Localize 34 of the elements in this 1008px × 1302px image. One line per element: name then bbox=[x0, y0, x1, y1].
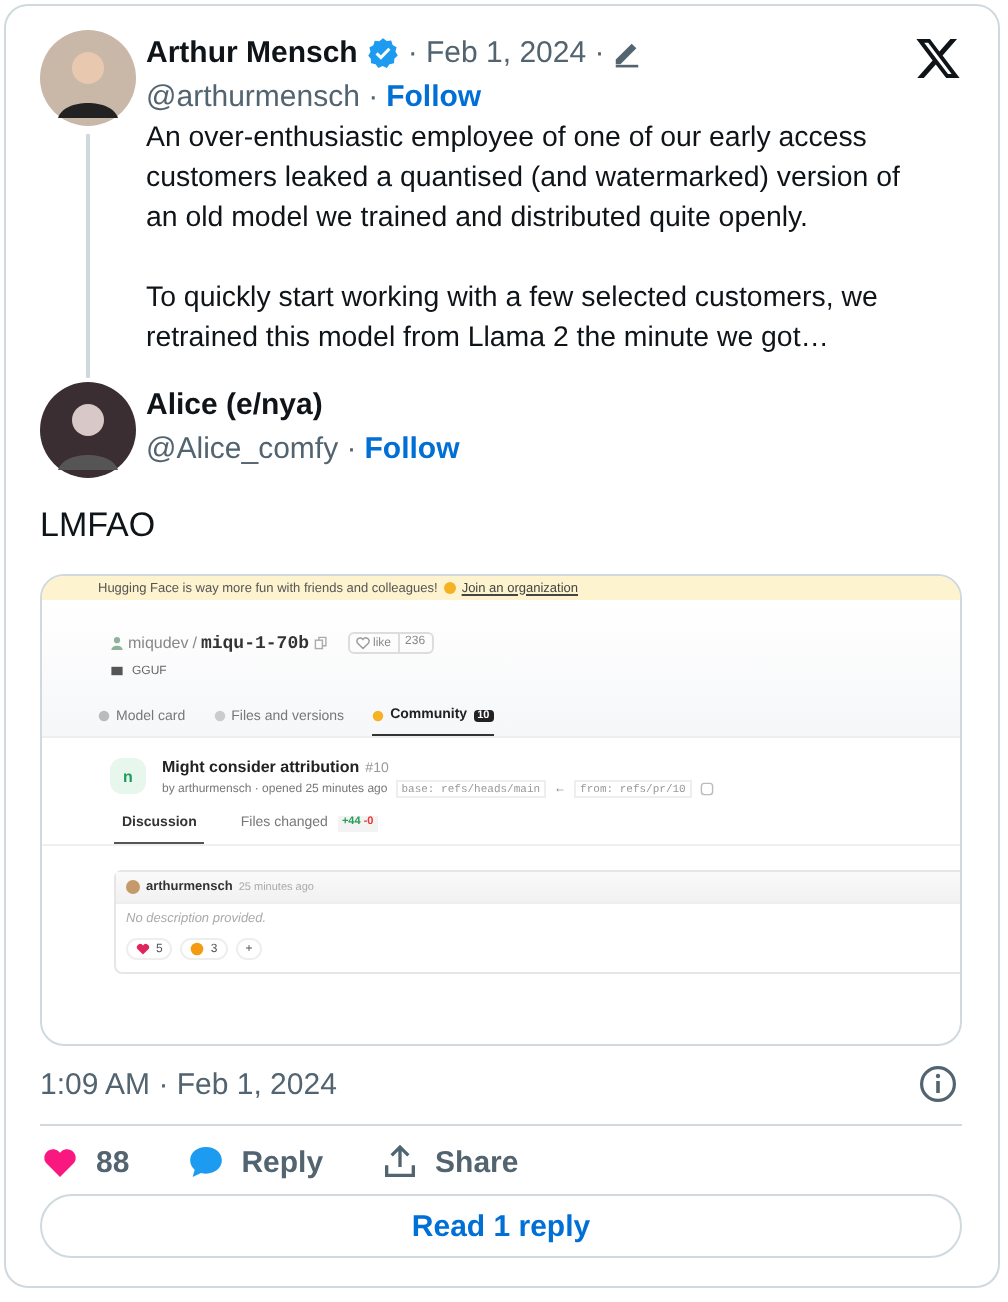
post-text: An over-enthusiastic employee of one of our early access customers leaked a quantised (and watermarked) version of an old model we trained and distributed quite openly. bbox=[146, 120, 902, 238]
follow-link[interactable]: Follow bbox=[364, 431, 460, 465]
user-handle[interactable]: @arthurmensch · bbox=[146, 79, 379, 113]
heart-icon bbox=[136, 942, 150, 956]
copy-icon bbox=[699, 782, 714, 796]
box-icon bbox=[110, 664, 124, 678]
info-icon bbox=[918, 1064, 958, 1104]
copy-icon bbox=[313, 636, 327, 650]
post-text: To quickly start working with a few selected customers, we retrained this model from Llama 2 the minute we got… bbox=[146, 280, 880, 358]
repo-name[interactable]: miqu-1-70b bbox=[200, 633, 309, 653]
user-handle[interactable]: @Alice_comfy · bbox=[146, 431, 357, 465]
heart-icon bbox=[355, 636, 369, 650]
reply-button[interactable]: Reply bbox=[241, 1145, 324, 1179]
x-logo-icon bbox=[914, 34, 962, 82]
avatar bbox=[126, 880, 140, 894]
author-name[interactable]: Alice (e/nya) bbox=[146, 387, 323, 421]
tweet-text: LMFAO bbox=[40, 506, 158, 546]
post-date[interactable]: · Feb 1, 2024 · bbox=[407, 35, 605, 69]
speech-bubble-icon bbox=[185, 1142, 226, 1182]
follow-link[interactable]: Follow bbox=[386, 79, 482, 113]
pr-title: Might consider attribution bbox=[162, 758, 360, 776]
timestamp[interactable]: 1:09 AM · Feb 1, 2024 bbox=[40, 1067, 337, 1101]
pull-request-badge: n bbox=[110, 758, 146, 794]
share-icon bbox=[379, 1142, 420, 1182]
user-icon bbox=[110, 636, 124, 650]
repo-owner[interactable]: miqudev bbox=[128, 634, 189, 652]
share-button[interactable]: Share bbox=[435, 1145, 519, 1179]
author-name[interactable]: Arthur Mensch bbox=[146, 35, 358, 69]
path-separator: / bbox=[192, 634, 197, 652]
like-button[interactable]: 88 bbox=[96, 1145, 130, 1179]
avatar bbox=[40, 30, 136, 126]
avatar bbox=[40, 382, 136, 478]
read-replies-button[interactable]: Read 1 reply bbox=[40, 1194, 962, 1258]
attached-screenshot[interactable] bbox=[40, 574, 962, 1046]
